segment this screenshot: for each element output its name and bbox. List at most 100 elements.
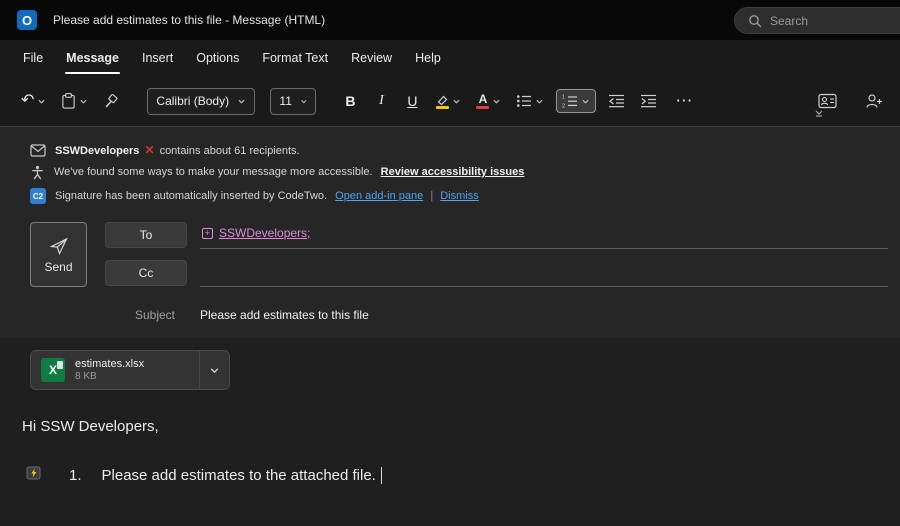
mailtip-accessibility: We've found some ways to make your messa… — [0, 161, 900, 183]
mailtip-recipients: SSWDevelopers ✕ contains about 61 recipi… — [0, 139, 900, 161]
tab-options[interactable]: Options — [195, 49, 240, 67]
message-editor[interactable]: Hi SSW Developers, 1. Please add estimat… — [0, 390, 900, 486]
svg-text:2: 2 — [562, 103, 565, 108]
attachment-meta: estimates.xlsx 8 KB — [75, 358, 199, 382]
titlebar: O Please add estimates to this file - Me… — [0, 0, 900, 40]
mailtip-signature: C2 Signature has been automatically inse… — [0, 183, 900, 209]
font-name-combobox[interactable]: Calibri (Body) — [147, 88, 255, 115]
cc-field[interactable] — [200, 259, 888, 287]
search-box[interactable]: Search — [734, 7, 900, 34]
codetwo-icon: C2 — [30, 188, 46, 204]
recipient-group-name: SSWDevelopers — [55, 145, 139, 157]
toolbar-right-group — [815, 89, 890, 113]
undo-icon: ↶ — [21, 93, 34, 109]
review-accessibility-link[interactable]: Review accessibility issues — [381, 166, 525, 178]
ribbon-toolbar: ↶ Calibri (Body) 11 B I U — [0, 76, 900, 127]
tab-format-text[interactable]: Format Text — [261, 49, 329, 67]
ribbon-options-button[interactable] — [814, 105, 824, 123]
person-add-icon — [865, 93, 883, 109]
remove-recipient-icon[interactable]: ✕ — [144, 143, 154, 157]
chevron-down-icon — [492, 97, 501, 106]
chevron-down-icon — [37, 97, 46, 106]
recipient-chip[interactable]: + SSWDevelopers; — [202, 226, 310, 240]
check-names-button[interactable] — [862, 89, 886, 113]
message-header: SSWDevelopers ✕ contains about 61 recipi… — [0, 127, 900, 338]
expand-group-icon[interactable]: + — [202, 228, 213, 239]
underline-button[interactable]: U — [401, 93, 423, 109]
accessibility-text: We've found some ways to make your messa… — [54, 166, 373, 178]
search-icon — [748, 14, 762, 28]
attachment-size: 8 KB — [75, 371, 199, 382]
attachment-menu-button[interactable] — [199, 351, 229, 389]
tab-file[interactable]: File — [22, 49, 44, 67]
autocorrect-options-icon[interactable] — [26, 465, 43, 486]
excel-file-icon: X — [41, 358, 65, 382]
search-placeholder: Search — [770, 14, 808, 28]
dismiss-link[interactable]: Dismiss — [440, 190, 479, 202]
outlook-message-window: O Please add estimates to this file - Me… — [0, 0, 900, 526]
tab-insert[interactable]: Insert — [141, 49, 174, 67]
link-separator: | — [430, 190, 433, 202]
send-label: Send — [44, 260, 72, 274]
svg-text:1: 1 — [562, 95, 565, 101]
numbered-list-item: 1. Please add estimates to the attached … — [22, 465, 900, 486]
chevron-down-icon — [237, 97, 246, 106]
to-row: To + SSWDevelopers; — [105, 221, 888, 249]
font-size-combobox[interactable]: 11 — [270, 88, 316, 115]
text-highlight-button[interactable] — [432, 90, 464, 113]
send-button[interactable]: Send — [30, 222, 87, 287]
tab-help[interactable]: Help — [414, 49, 442, 67]
font-color-button[interactable]: A — [473, 90, 504, 113]
chevron-down-icon — [300, 97, 308, 106]
italic-button[interactable]: I — [370, 93, 392, 109]
bold-button[interactable]: B — [339, 93, 361, 109]
list-number: 1. — [69, 467, 82, 484]
chevron-down-icon — [79, 97, 88, 106]
cc-row: Cc — [105, 259, 888, 287]
increase-indent-icon — [640, 94, 657, 108]
to-button[interactable]: To — [105, 222, 187, 248]
more-commands-button[interactable]: ⋯ — [675, 91, 693, 111]
list-text: Please add estimates to the attached fil… — [102, 467, 376, 484]
numbered-list-icon: 1 2 — [562, 94, 578, 108]
window-title: Please add estimates to this file - Mess… — [53, 13, 325, 27]
ribbon-collapse-icon — [814, 108, 824, 118]
chevron-down-icon — [209, 365, 220, 376]
subject-field[interactable]: Please add estimates to this file — [200, 308, 369, 322]
subject-label: Subject — [105, 308, 187, 322]
chevron-down-icon — [581, 97, 590, 106]
to-field[interactable]: + SSWDevelopers; — [200, 221, 888, 249]
undo-button[interactable]: ↶ — [18, 89, 49, 113]
paste-button[interactable] — [58, 88, 91, 114]
highlighter-icon — [435, 94, 449, 109]
font-name-value: Calibri (Body) — [156, 94, 229, 108]
outlook-app-icon: O — [17, 10, 37, 30]
bullets-button[interactable] — [513, 90, 547, 112]
recipient-link[interactable]: SSWDevelopers; — [219, 226, 310, 240]
increase-indent-button[interactable] — [637, 90, 660, 112]
tab-message[interactable]: Message — [65, 49, 120, 67]
ribbon-tabs: File Message Insert Options Format Text … — [0, 40, 900, 76]
font-size-value: 11 — [279, 94, 291, 108]
subject-row: Subject Please add estimates to this fil… — [105, 302, 888, 328]
address-area: Send To + SSWDevelopers; Cc Subject Plea… — [0, 221, 900, 328]
attachment-filename: estimates.xlsx — [75, 358, 199, 370]
signature-text: Signature has been automatically inserte… — [55, 190, 327, 202]
text-cursor — [381, 467, 383, 484]
format-painter-icon — [103, 93, 119, 109]
greeting-text: Hi SSW Developers, — [22, 418, 900, 435]
format-painter-button[interactable] — [100, 89, 122, 113]
tab-review[interactable]: Review — [350, 49, 393, 67]
mailtip-envelope-icon — [30, 144, 46, 157]
numbering-button[interactable]: 1 2 — [556, 89, 596, 113]
open-addin-pane-link[interactable]: Open add-in pane — [335, 190, 423, 202]
font-color-icon: A — [476, 94, 489, 109]
decrease-indent-icon — [608, 94, 625, 108]
clipboard-icon — [61, 92, 76, 110]
message-body-area: X estimates.xlsx 8 KB Hi SSW Developers,… — [0, 338, 900, 526]
bullet-list-icon — [516, 94, 532, 108]
recipients-count-text: contains about 61 recipients. — [160, 145, 300, 157]
attachment-card[interactable]: X estimates.xlsx 8 KB — [30, 350, 230, 390]
cc-button[interactable]: Cc — [105, 260, 187, 286]
decrease-indent-button[interactable] — [605, 90, 628, 112]
